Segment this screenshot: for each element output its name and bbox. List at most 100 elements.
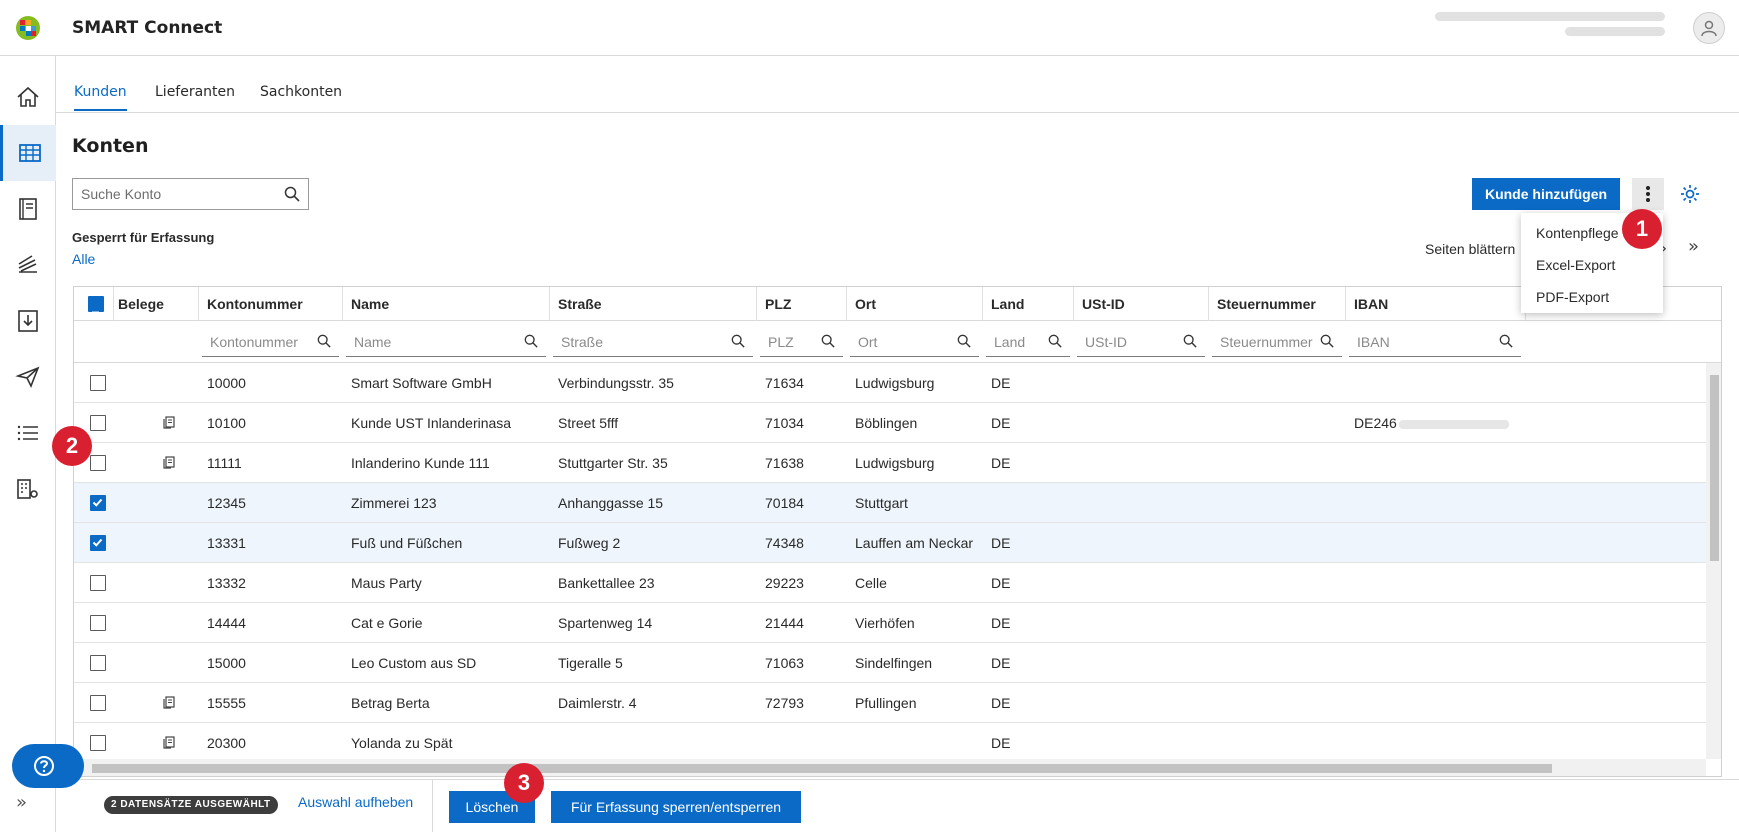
header-ort[interactable]: Ort: [847, 287, 983, 321]
row-checkbox[interactable]: [90, 735, 106, 751]
table-row[interactable]: 10000 Smart Software GmbH Verbindungsstr. …: [74, 363, 1706, 403]
row-checkbox[interactable]: [90, 695, 106, 711]
table-row[interactable]: 20300 Yolanda zu Spät DE: [74, 723, 1706, 763]
filter-plz[interactable]: PLZ: [760, 327, 843, 357]
account-search[interactable]: [72, 178, 309, 210]
nav-home[interactable]: [0, 69, 56, 125]
cell-land: DE: [991, 375, 1011, 391]
table-row[interactable]: 15555 Betrag Berta Daimlerstr. 4 72793 Pfull…: [74, 683, 1706, 723]
cell-land: DE: [991, 655, 1011, 671]
nav-list[interactable]: [0, 405, 56, 461]
table-row[interactable]: 13331 Fuß und Füßchen Fußweg 2 74348 Lauffen…: [74, 523, 1706, 563]
header-kontonummer[interactable]: Kontonummer: [199, 287, 343, 321]
table-row[interactable]: 15000 Leo Custom aus SD Tigeralle 5 71063 Si…: [74, 643, 1706, 683]
expand-rail-button[interactable]: »: [16, 792, 40, 816]
tab-sachkonten[interactable]: Sachkonten: [260, 84, 342, 109]
cell-iban: [1346, 363, 1526, 403]
header-name[interactable]: Name: [343, 287, 550, 321]
filter-ust-id[interactable]: USt-ID: [1077, 327, 1205, 357]
filter-land[interactable]: Land: [986, 327, 1070, 357]
selection-action-bar: 2 DATENSÄTZE AUSGEWÄHLT Auswahl aufheben…: [56, 779, 1739, 832]
table-row[interactable]: 14444 Cat e Gorie Spartenweg 14 21444 Vierhö…: [74, 603, 1706, 643]
search-icon[interactable]: [284, 186, 300, 202]
search-input[interactable]: [73, 179, 273, 209]
table-icon: [18, 144, 41, 162]
vertical-scrollbar[interactable]: [1706, 363, 1721, 759]
menu-item-pdf-export[interactable]: PDF-Export: [1521, 281, 1663, 313]
filter-value-link[interactable]: Alle: [72, 251, 95, 267]
nav-company-settings[interactable]: [0, 461, 56, 517]
annotation-badge-2: 2: [52, 426, 92, 466]
app-logo: [16, 16, 40, 40]
nav-journal[interactable]: [0, 181, 56, 237]
header-ust-id[interactable]: USt-ID: [1074, 287, 1209, 321]
tab-lieferanten[interactable]: Lieferanten: [155, 84, 235, 109]
menu-item-excel-export[interactable]: Excel-Export: [1521, 249, 1663, 281]
header-plz[interactable]: PLZ: [757, 287, 847, 321]
cell-name: Cat e Gorie: [351, 615, 423, 631]
filter-steuernummer[interactable]: Steuernummer: [1212, 327, 1342, 357]
search-icon: [731, 334, 745, 348]
table-row[interactable]: 11111 Inlanderino Kunde 111 Stuttgarter St…: [74, 443, 1706, 483]
header-belege[interactable]: Belege: [114, 287, 199, 321]
search-icon: [1499, 334, 1513, 348]
header-strasse[interactable]: Straße: [550, 287, 757, 321]
nav-accounts[interactable]: [0, 125, 56, 181]
header-land[interactable]: Land: [983, 287, 1074, 321]
table-row[interactable]: 10100 Kunde UST Inlanderinasa Street 5fff 7…: [74, 403, 1706, 443]
row-checkbox[interactable]: [90, 655, 106, 671]
document-icon[interactable]: [162, 735, 176, 749]
document-icon[interactable]: [162, 415, 176, 429]
select-all-checkbox[interactable]: [88, 296, 104, 314]
cell-iban: [1346, 723, 1526, 763]
user-avatar[interactable]: [1693, 12, 1725, 44]
horizontal-scrollbar[interactable]: [74, 759, 1706, 776]
row-checkbox[interactable]: [90, 375, 106, 391]
filter-strasse[interactable]: Straße: [553, 327, 753, 357]
header-iban[interactable]: IBAN: [1346, 287, 1526, 321]
filter-name[interactable]: Name: [346, 327, 546, 357]
row-checkbox[interactable]: [90, 495, 106, 511]
nav-import[interactable]: [0, 293, 56, 349]
gear-icon[interactable]: [1678, 182, 1702, 206]
nav-stack[interactable]: [0, 237, 56, 293]
cell-plz: 74348: [765, 535, 804, 551]
document-icon[interactable]: [162, 695, 176, 709]
page-title: Konten: [72, 135, 149, 157]
row-checkbox[interactable]: [90, 575, 106, 591]
header-select-all-cell: [74, 287, 114, 321]
row-checkbox[interactable]: [90, 535, 106, 551]
clear-selection-link[interactable]: Auswahl aufheben: [298, 794, 413, 810]
filter-label: Gesperrt für Erfassung: [72, 230, 215, 245]
cell-name: Kunde UST Inlanderinasa: [351, 415, 512, 431]
table-row[interactable]: 13332 Maus Party Bankettallee 23 29223 Celle…: [74, 563, 1706, 603]
document-icon[interactable]: [162, 455, 176, 469]
add-customer-button[interactable]: Kunde hinzufügen: [1472, 178, 1620, 210]
iban-redacted: [1398, 419, 1509, 429]
filter-kontonummer[interactable]: Kontonummer: [202, 327, 339, 357]
table-row[interactable]: 12345 Zimmerei 123 Anhanggasse 15 70184 Stut…: [74, 483, 1706, 523]
download-icon: [18, 310, 38, 332]
lock-unlock-button[interactable]: Für Erfassung sperren/entsperren: [551, 791, 801, 823]
filter-ort[interactable]: Ort: [850, 327, 979, 357]
nav-send[interactable]: [0, 349, 56, 405]
header-steuernummer[interactable]: Steuernummer: [1209, 287, 1346, 321]
filter-iban[interactable]: IBAN: [1349, 327, 1521, 357]
row-checkbox[interactable]: [90, 615, 106, 631]
cell-name: Inlanderino Kunde 111: [351, 455, 490, 471]
cell-name: Maus Party: [351, 575, 422, 591]
last-page-button[interactable]: »: [1688, 236, 1699, 257]
table-body: 10000 Smart Software GmbH Verbindungsstr. …: [74, 363, 1706, 763]
row-checkbox[interactable]: [90, 455, 106, 471]
cell-kontonummer: 10100: [207, 415, 246, 431]
cell-iban: [1346, 603, 1526, 643]
cell-plz: 70184: [765, 495, 804, 511]
cell-strasse: Stuttgarter Str. 35: [558, 455, 668, 471]
help-button[interactable]: [12, 744, 84, 788]
search-icon: [1320, 334, 1334, 348]
row-checkbox[interactable]: [90, 415, 106, 431]
cell-plz: 71634: [765, 375, 804, 391]
more-actions-button[interactable]: [1632, 178, 1664, 210]
user-icon: [1701, 20, 1717, 37]
tab-kunden[interactable]: Kunden: [74, 84, 127, 111]
